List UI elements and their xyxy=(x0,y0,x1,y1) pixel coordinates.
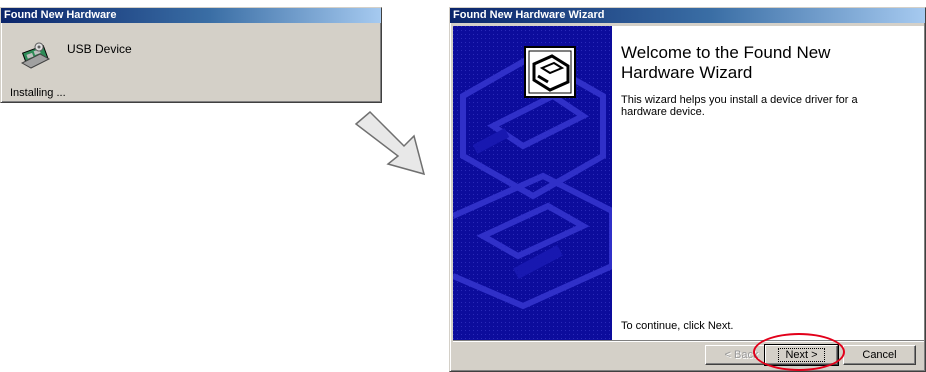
wizard-side-banner xyxy=(453,26,612,340)
hardware-card-icon xyxy=(524,46,576,98)
wizard-content-panel: Welcome to the Found New Hardware Wizard… xyxy=(453,26,924,340)
next-button-label: Next > xyxy=(778,348,825,362)
arrow-right-down-icon xyxy=(352,110,430,182)
cancel-button[interactable]: Cancel xyxy=(843,345,916,365)
welcome-heading-line1: Welcome to the Found New xyxy=(621,43,831,62)
next-button[interactable]: Next > xyxy=(764,344,839,366)
found-new-hardware-popup: Found New Hardware USB Device Installing… xyxy=(0,7,382,103)
welcome-heading-line2: Hardware Wizard xyxy=(621,63,753,82)
button-area-divider xyxy=(453,340,924,342)
device-name-label: USB Device xyxy=(67,42,132,56)
wizard-description: This wizard helps you install a device d… xyxy=(621,94,858,118)
popup-title-bar[interactable]: Found New Hardware xyxy=(1,8,381,23)
found-new-hardware-wizard-window: Found New Hardware Wizard Welcome to the… xyxy=(449,7,926,372)
wizard-title-bar[interactable]: Found New Hardware Wizard xyxy=(450,8,925,23)
installing-status-text: Installing ... xyxy=(10,87,66,99)
wizard-welcome-heading: Welcome to the Found New Hardware Wizard xyxy=(621,43,911,83)
continue-instruction: To continue, click Next. xyxy=(621,320,734,332)
hardware-installing-icon xyxy=(19,39,53,71)
